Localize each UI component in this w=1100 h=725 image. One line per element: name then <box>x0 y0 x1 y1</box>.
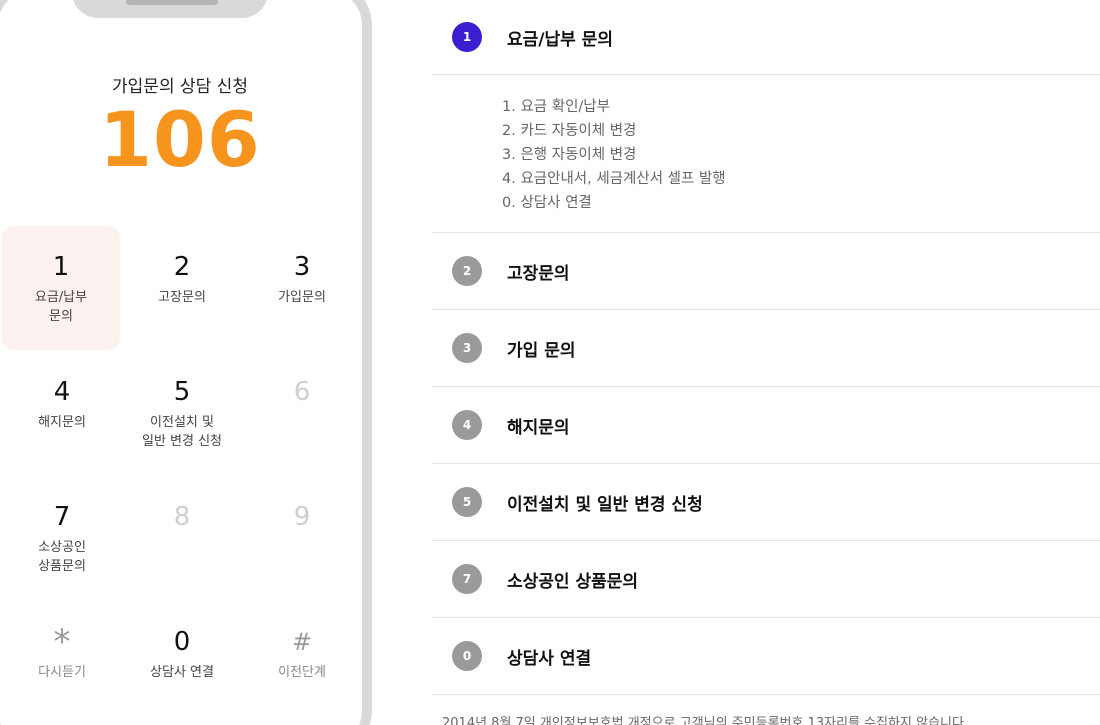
call-number: 106 <box>99 95 261 184</box>
key-star[interactable]: * 다시듣기 <box>2 601 122 725</box>
key-number: 1 <box>52 252 70 282</box>
menu-number-badge: 2 <box>452 256 482 286</box>
key-label: 고장문의 <box>158 290 206 305</box>
key-2[interactable]: 2 고장문의 <box>122 226 242 351</box>
key-5[interactable]: 5 이전설치 및 일반 변경 신청 <box>122 351 242 476</box>
menu-number-badge: 5 <box>452 487 482 517</box>
key-number: 7 <box>53 502 71 532</box>
submenu-item: 4. 요금안내서, 세금계산서 셀프 발행 <box>502 171 726 187</box>
key-1[interactable]: 1 요금/납부 문의 <box>2 226 120 350</box>
key-3[interactable]: 3 가입문의 <box>242 226 362 351</box>
key-7[interactable]: 7 소상공인 상품문의 <box>2 476 122 601</box>
menu-number-badge: 1 <box>452 22 482 52</box>
menu-item-label: 요금/납부 문의 <box>507 29 613 50</box>
submenu-item: 3. 은행 자동이체 변경 <box>502 147 637 163</box>
key-label: 해지문의 <box>38 415 86 430</box>
menu-number-badge: 7 <box>452 564 482 594</box>
phone-speaker <box>126 0 218 5</box>
menu-item-label: 고장문의 <box>507 263 570 284</box>
ivr-menu-list: 1 요금/납부 문의 1. 요금 확인/납부 2. 카드 자동이체 변경 3. … <box>432 0 1100 695</box>
key-label: 요금/납부 문의 <box>34 290 88 324</box>
menu-item-billing[interactable]: 1 요금/납부 문의 <box>432 0 1100 75</box>
menu-item-cancel[interactable]: 4 해지문의 <box>432 387 1100 464</box>
phone-mockup: 가입문의 상담 신청 106 1 요금/납부 문의 2 고장문의 3 가입문의 … <box>0 0 372 725</box>
key-label: 이전설치 및 일반 변경 신청 <box>141 415 223 449</box>
key-number: 8 <box>173 502 191 532</box>
menu-item-relocation[interactable]: 5 이전설치 및 일반 변경 신청 <box>432 464 1100 541</box>
menu-item-small-business[interactable]: 7 소상공인 상품문의 <box>432 541 1100 618</box>
submenu-item: 2. 카드 자동이체 변경 <box>502 123 637 139</box>
menu-item-signup[interactable]: 3 가입 문의 <box>432 310 1100 387</box>
key-number: 2 <box>173 252 191 282</box>
key-number: 4 <box>53 377 71 407</box>
billing-submenu: 1. 요금 확인/납부 2. 카드 자동이체 변경 3. 은행 자동이체 변경 … <box>432 75 1100 233</box>
submenu-item: 0. 상담사 연결 <box>502 195 592 211</box>
key-9[interactable]: 9 <box>242 476 362 601</box>
menu-item-label: 상담사 연결 <box>507 648 592 669</box>
key-hash[interactable]: # 이전단계 <box>242 601 362 725</box>
key-number: 3 <box>293 252 311 282</box>
key-6[interactable]: 6 <box>242 351 362 476</box>
key-label: 상담사 연결 <box>150 665 214 680</box>
key-0[interactable]: 0 상담사 연결 <box>122 601 242 725</box>
key-label: 가입문의 <box>278 290 326 305</box>
key-number: 9 <box>293 502 311 532</box>
call-title: 가입문의 상담 신청 <box>112 77 248 97</box>
keypad: 1 요금/납부 문의 2 고장문의 3 가입문의 4 해지문의 5 이전설치 및… <box>2 226 362 725</box>
menu-number-badge: 4 <box>452 410 482 440</box>
star-icon: * <box>53 622 71 662</box>
phone-notch <box>72 0 268 18</box>
menu-item-label: 소상공인 상품문의 <box>507 571 639 592</box>
key-number: 0 <box>173 627 191 657</box>
hash-icon: # <box>291 628 313 656</box>
key-number: 6 <box>293 377 311 407</box>
menu-item-label: 해지문의 <box>507 417 570 438</box>
menu-item-label: 가입 문의 <box>507 340 576 361</box>
menu-number-badge: 3 <box>452 333 482 363</box>
key-8[interactable]: 8 <box>122 476 242 601</box>
menu-item-repair[interactable]: 2 고장문의 <box>432 233 1100 310</box>
privacy-footnote: 2014년 8월 7일 개인정보보호법 개정으로 고객님의 주민등록번호 13자… <box>442 716 969 725</box>
submenu-item: 1. 요금 확인/납부 <box>502 99 610 115</box>
key-number: 5 <box>173 377 191 407</box>
menu-item-label: 이전설치 및 일반 변경 신청 <box>507 494 703 515</box>
key-label: 이전단계 <box>278 665 326 680</box>
menu-number-badge: 0 <box>452 641 482 671</box>
key-4[interactable]: 4 해지문의 <box>2 351 122 476</box>
key-label: 소상공인 상품문의 <box>38 540 86 574</box>
key-label: 다시듣기 <box>38 665 86 680</box>
menu-item-agent[interactable]: 0 상담사 연결 <box>432 618 1100 695</box>
